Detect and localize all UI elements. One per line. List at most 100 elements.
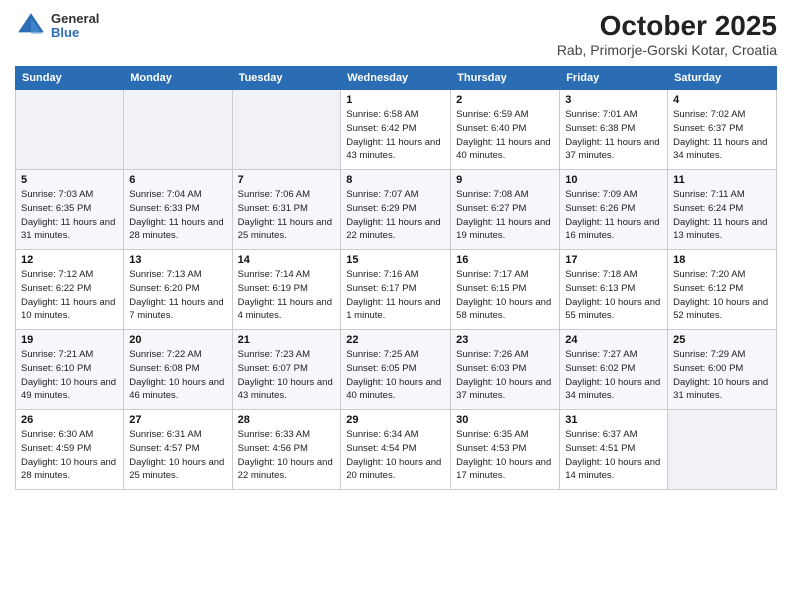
day-number: 6 — [129, 174, 226, 186]
day-number: 23 — [456, 334, 554, 346]
day-info: Sunrise: 7:29 AMSunset: 6:00 PMDaylight:… — [673, 348, 771, 403]
page: General Blue October 2025 Rab, Primorje-… — [0, 0, 792, 612]
weekday-header-friday: Friday — [560, 67, 668, 90]
weekday-header-monday: Monday — [124, 67, 232, 90]
logo: General Blue — [15, 10, 99, 42]
calendar-title: October 2025 — [557, 10, 777, 42]
day-info: Sunrise: 7:13 AMSunset: 6:20 PMDaylight:… — [129, 268, 226, 323]
day-info: Sunrise: 6:59 AMSunset: 6:40 PMDaylight:… — [456, 108, 554, 163]
day-number: 2 — [456, 94, 554, 106]
logo-general-text: General — [51, 12, 99, 26]
weekday-header-sunday: Sunday — [16, 67, 124, 90]
day-number: 3 — [565, 94, 662, 106]
calendar-week-row: 5 Sunrise: 7:03 AMSunset: 6:35 PMDaylight… — [16, 170, 777, 250]
day-info: Sunrise: 6:34 AMSunset: 4:54 PMDaylight:… — [346, 428, 445, 483]
calendar-week-row: 1Sunrise: 6:58 AMSunset: 6:42 PMDaylight… — [16, 90, 777, 170]
day-number: 5 — [21, 174, 118, 186]
day-number: 13 — [129, 254, 226, 266]
calendar-cell: 13 Sunrise: 7:13 AMSunset: 6:20 PMDayligh… — [124, 250, 232, 330]
calendar-cell: 27 Sunrise: 6:31 AMSunset: 4:57 PMDayligh… — [124, 410, 232, 490]
weekday-header-tuesday: Tuesday — [232, 67, 341, 90]
calendar-cell: 14Sunrise: 7:14 AMSunset: 6:19 PMDayligh… — [232, 250, 341, 330]
day-info: Sunrise: 7:07 AMSunset: 6:29 PMDaylight:… — [346, 188, 445, 243]
logo-text: General Blue — [51, 12, 99, 41]
calendar-cell: 7Sunrise: 7:06 AMSunset: 6:31 PMDaylight… — [232, 170, 341, 250]
calendar-cell: 20 Sunrise: 7:22 AMSunset: 6:08 PMDayligh… — [124, 330, 232, 410]
calendar-cell: 9Sunrise: 7:08 AMSunset: 6:27 PMDaylight… — [451, 170, 560, 250]
calendar-cell: 18Sunrise: 7:20 AMSunset: 6:12 PMDayligh… — [668, 250, 777, 330]
calendar-header: SundayMondayTuesdayWednesdayThursdayFrid… — [16, 67, 777, 90]
calendar-cell: 1Sunrise: 6:58 AMSunset: 6:42 PMDaylight… — [341, 90, 451, 170]
calendar-cell: 17 Sunrise: 7:18 AMSunset: 6:13 PMDayligh… — [560, 250, 668, 330]
day-info: Sunrise: 7:12 AMSunset: 6:22 PMDaylight:… — [21, 268, 118, 323]
day-info: Sunrise: 7:18 AMSunset: 6:13 PMDaylight:… — [565, 268, 662, 323]
day-info: Sunrise: 7:02 AMSunset: 6:37 PMDaylight:… — [673, 108, 771, 163]
day-info: Sunrise: 7:22 AMSunset: 6:08 PMDaylight:… — [129, 348, 226, 403]
day-number: 12 — [21, 254, 118, 266]
calendar-cell: 22 Sunrise: 7:25 AMSunset: 6:05 PMDayligh… — [341, 330, 451, 410]
day-number: 21 — [238, 334, 336, 346]
calendar-body: 1Sunrise: 6:58 AMSunset: 6:42 PMDaylight… — [16, 90, 777, 490]
day-number: 19 — [21, 334, 118, 346]
day-info: Sunrise: 7:27 AMSunset: 6:02 PMDaylight:… — [565, 348, 662, 403]
calendar-cell: 5 Sunrise: 7:03 AMSunset: 6:35 PMDaylight… — [16, 170, 124, 250]
day-number: 26 — [21, 414, 118, 426]
calendar-cell: 6 Sunrise: 7:04 AMSunset: 6:33 PMDaylight… — [124, 170, 232, 250]
day-info: Sunrise: 6:35 AMSunset: 4:53 PMDaylight:… — [456, 428, 554, 483]
day-number: 10 — [565, 174, 662, 186]
calendar-table: SundayMondayTuesdayWednesdayThursdayFrid… — [15, 66, 777, 490]
calendar-cell: 3 Sunrise: 7:01 AMSunset: 6:38 PMDaylight… — [560, 90, 668, 170]
day-info: Sunrise: 6:30 AMSunset: 4:59 PMDaylight:… — [21, 428, 118, 483]
day-number: 16 — [456, 254, 554, 266]
weekday-header-row: SundayMondayTuesdayWednesdayThursdayFrid… — [16, 67, 777, 90]
calendar-cell: 12 Sunrise: 7:12 AMSunset: 6:22 PMDayligh… — [16, 250, 124, 330]
day-number: 29 — [346, 414, 445, 426]
day-info: Sunrise: 6:33 AMSunset: 4:56 PMDaylight:… — [238, 428, 336, 483]
day-number: 17 — [565, 254, 662, 266]
day-number: 31 — [565, 414, 662, 426]
calendar-cell: 26 Sunrise: 6:30 AMSunset: 4:59 PMDayligh… — [16, 410, 124, 490]
day-number: 15 — [346, 254, 445, 266]
calendar-cell — [668, 410, 777, 490]
calendar-cell: 25 Sunrise: 7:29 AMSunset: 6:00 PMDayligh… — [668, 330, 777, 410]
day-info: Sunrise: 7:08 AMSunset: 6:27 PMDaylight:… — [456, 188, 554, 243]
day-number: 25 — [673, 334, 771, 346]
day-number: 4 — [673, 94, 771, 106]
day-info: Sunrise: 7:14 AMSunset: 6:19 PMDaylight:… — [238, 268, 336, 323]
weekday-header-thursday: Thursday — [451, 67, 560, 90]
weekday-header-wednesday: Wednesday — [341, 67, 451, 90]
day-info: Sunrise: 7:21 AMSunset: 6:10 PMDaylight:… — [21, 348, 118, 403]
day-info: Sunrise: 7:09 AMSunset: 6:26 PMDaylight:… — [565, 188, 662, 243]
day-info: Sunrise: 7:01 AMSunset: 6:38 PMDaylight:… — [565, 108, 662, 163]
calendar-cell: 16 Sunrise: 7:17 AMSunset: 6:15 PMDayligh… — [451, 250, 560, 330]
calendar-cell — [232, 90, 341, 170]
day-info: Sunrise: 7:03 AMSunset: 6:35 PMDaylight:… — [21, 188, 118, 243]
day-info: Sunrise: 7:04 AMSunset: 6:33 PMDaylight:… — [129, 188, 226, 243]
day-number: 28 — [238, 414, 336, 426]
day-number: 24 — [565, 334, 662, 346]
calendar-week-row: 19 Sunrise: 7:21 AMSunset: 6:10 PMDayligh… — [16, 330, 777, 410]
calendar-cell: 8Sunrise: 7:07 AMSunset: 6:29 PMDaylight… — [341, 170, 451, 250]
day-number: 22 — [346, 334, 445, 346]
day-number: 20 — [129, 334, 226, 346]
calendar-week-row: 26 Sunrise: 6:30 AMSunset: 4:59 PMDayligh… — [16, 410, 777, 490]
day-info: Sunrise: 7:16 AMSunset: 6:17 PMDaylight:… — [346, 268, 445, 323]
calendar-cell: 15 Sunrise: 7:16 AMSunset: 6:17 PMDayligh… — [341, 250, 451, 330]
calendar-cell: 11Sunrise: 7:11 AMSunset: 6:24 PMDayligh… — [668, 170, 777, 250]
day-info: Sunrise: 7:17 AMSunset: 6:15 PMDaylight:… — [456, 268, 554, 323]
day-number: 11 — [673, 174, 771, 186]
calendar-cell: 2 Sunrise: 6:59 AMSunset: 6:40 PMDaylight… — [451, 90, 560, 170]
day-number: 18 — [673, 254, 771, 266]
weekday-header-saturday: Saturday — [668, 67, 777, 90]
day-info: Sunrise: 6:31 AMSunset: 4:57 PMDaylight:… — [129, 428, 226, 483]
calendar-cell — [124, 90, 232, 170]
day-info: Sunrise: 7:23 AMSunset: 6:07 PMDaylight:… — [238, 348, 336, 403]
day-number: 27 — [129, 414, 226, 426]
calendar-cell: 29 Sunrise: 6:34 AMSunset: 4:54 PMDayligh… — [341, 410, 451, 490]
day-info: Sunrise: 7:25 AMSunset: 6:05 PMDaylight:… — [346, 348, 445, 403]
calendar-cell: 4 Sunrise: 7:02 AMSunset: 6:37 PMDaylight… — [668, 90, 777, 170]
day-info: Sunrise: 6:37 AMSunset: 4:51 PMDaylight:… — [565, 428, 662, 483]
logo-blue-text: Blue — [51, 26, 99, 40]
logo-icon — [15, 10, 47, 42]
calendar-cell: 19 Sunrise: 7:21 AMSunset: 6:10 PMDayligh… — [16, 330, 124, 410]
